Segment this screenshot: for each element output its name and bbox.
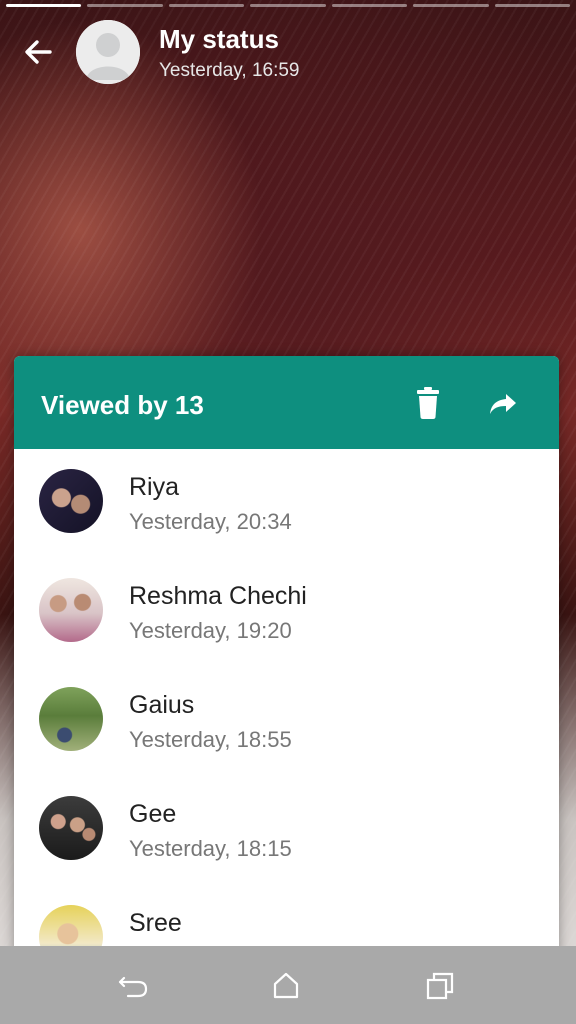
nav-back-icon[interactable] <box>118 970 150 1002</box>
status-header: My status Yesterday, 16:59 <box>0 18 576 88</box>
progress-segment <box>6 4 82 7</box>
list-item[interactable]: Riya Yesterday, 20:34 <box>14 449 559 558</box>
progress-segment <box>250 4 326 7</box>
progress-segment <box>168 4 245 7</box>
progress-segment <box>494 4 570 7</box>
trash-icon[interactable] <box>415 387 441 419</box>
viewers-list: Riya Yesterday, 20:34 Reshma Chechi Yest… <box>14 449 559 956</box>
viewed-by-sheet: Viewed by 13 Riya Yesterday, 20:34 Reshm… <box>14 356 559 956</box>
viewed-by-header: Viewed by 13 <box>14 356 559 449</box>
progress-segment <box>87 4 163 7</box>
viewer-name: Reshma Chechi <box>129 582 307 610</box>
nav-home-icon[interactable] <box>270 970 302 1002</box>
status-title: My status <box>159 24 279 54</box>
nav-recent-apps-icon[interactable] <box>424 970 456 1002</box>
progress-segment <box>413 4 489 7</box>
status-time: Yesterday, 16:59 <box>159 60 300 81</box>
status-progress-bar <box>6 4 570 7</box>
avatar <box>39 796 103 860</box>
progress-segment <box>331 4 408 7</box>
viewer-time: Yesterday, 20:34 <box>129 509 292 534</box>
viewed-by-count: Viewed by 13 <box>41 390 204 420</box>
list-item[interactable]: Gaius Yesterday, 18:55 <box>14 667 559 776</box>
viewer-time: Yesterday, 19:20 <box>129 618 292 643</box>
viewer-time: Yesterday, 18:15 <box>129 836 292 861</box>
viewer-name: Gee <box>129 800 177 828</box>
list-item[interactable]: Gee Yesterday, 18:15 <box>14 776 559 885</box>
system-nav-bar <box>0 946 576 1024</box>
viewer-name: Sree <box>129 909 182 937</box>
back-arrow-icon[interactable] <box>20 34 56 70</box>
list-item[interactable]: Reshma Chechi Yesterday, 19:20 <box>14 558 559 667</box>
avatar <box>39 687 103 751</box>
avatar <box>39 578 103 642</box>
viewer-name: Riya <box>129 473 180 501</box>
viewer-time: Yesterday, 18:55 <box>129 727 292 752</box>
avatar <box>39 469 103 533</box>
viewer-name: Gaius <box>129 691 195 719</box>
share-forward-icon[interactable] <box>488 392 518 416</box>
my-avatar[interactable] <box>76 20 140 84</box>
